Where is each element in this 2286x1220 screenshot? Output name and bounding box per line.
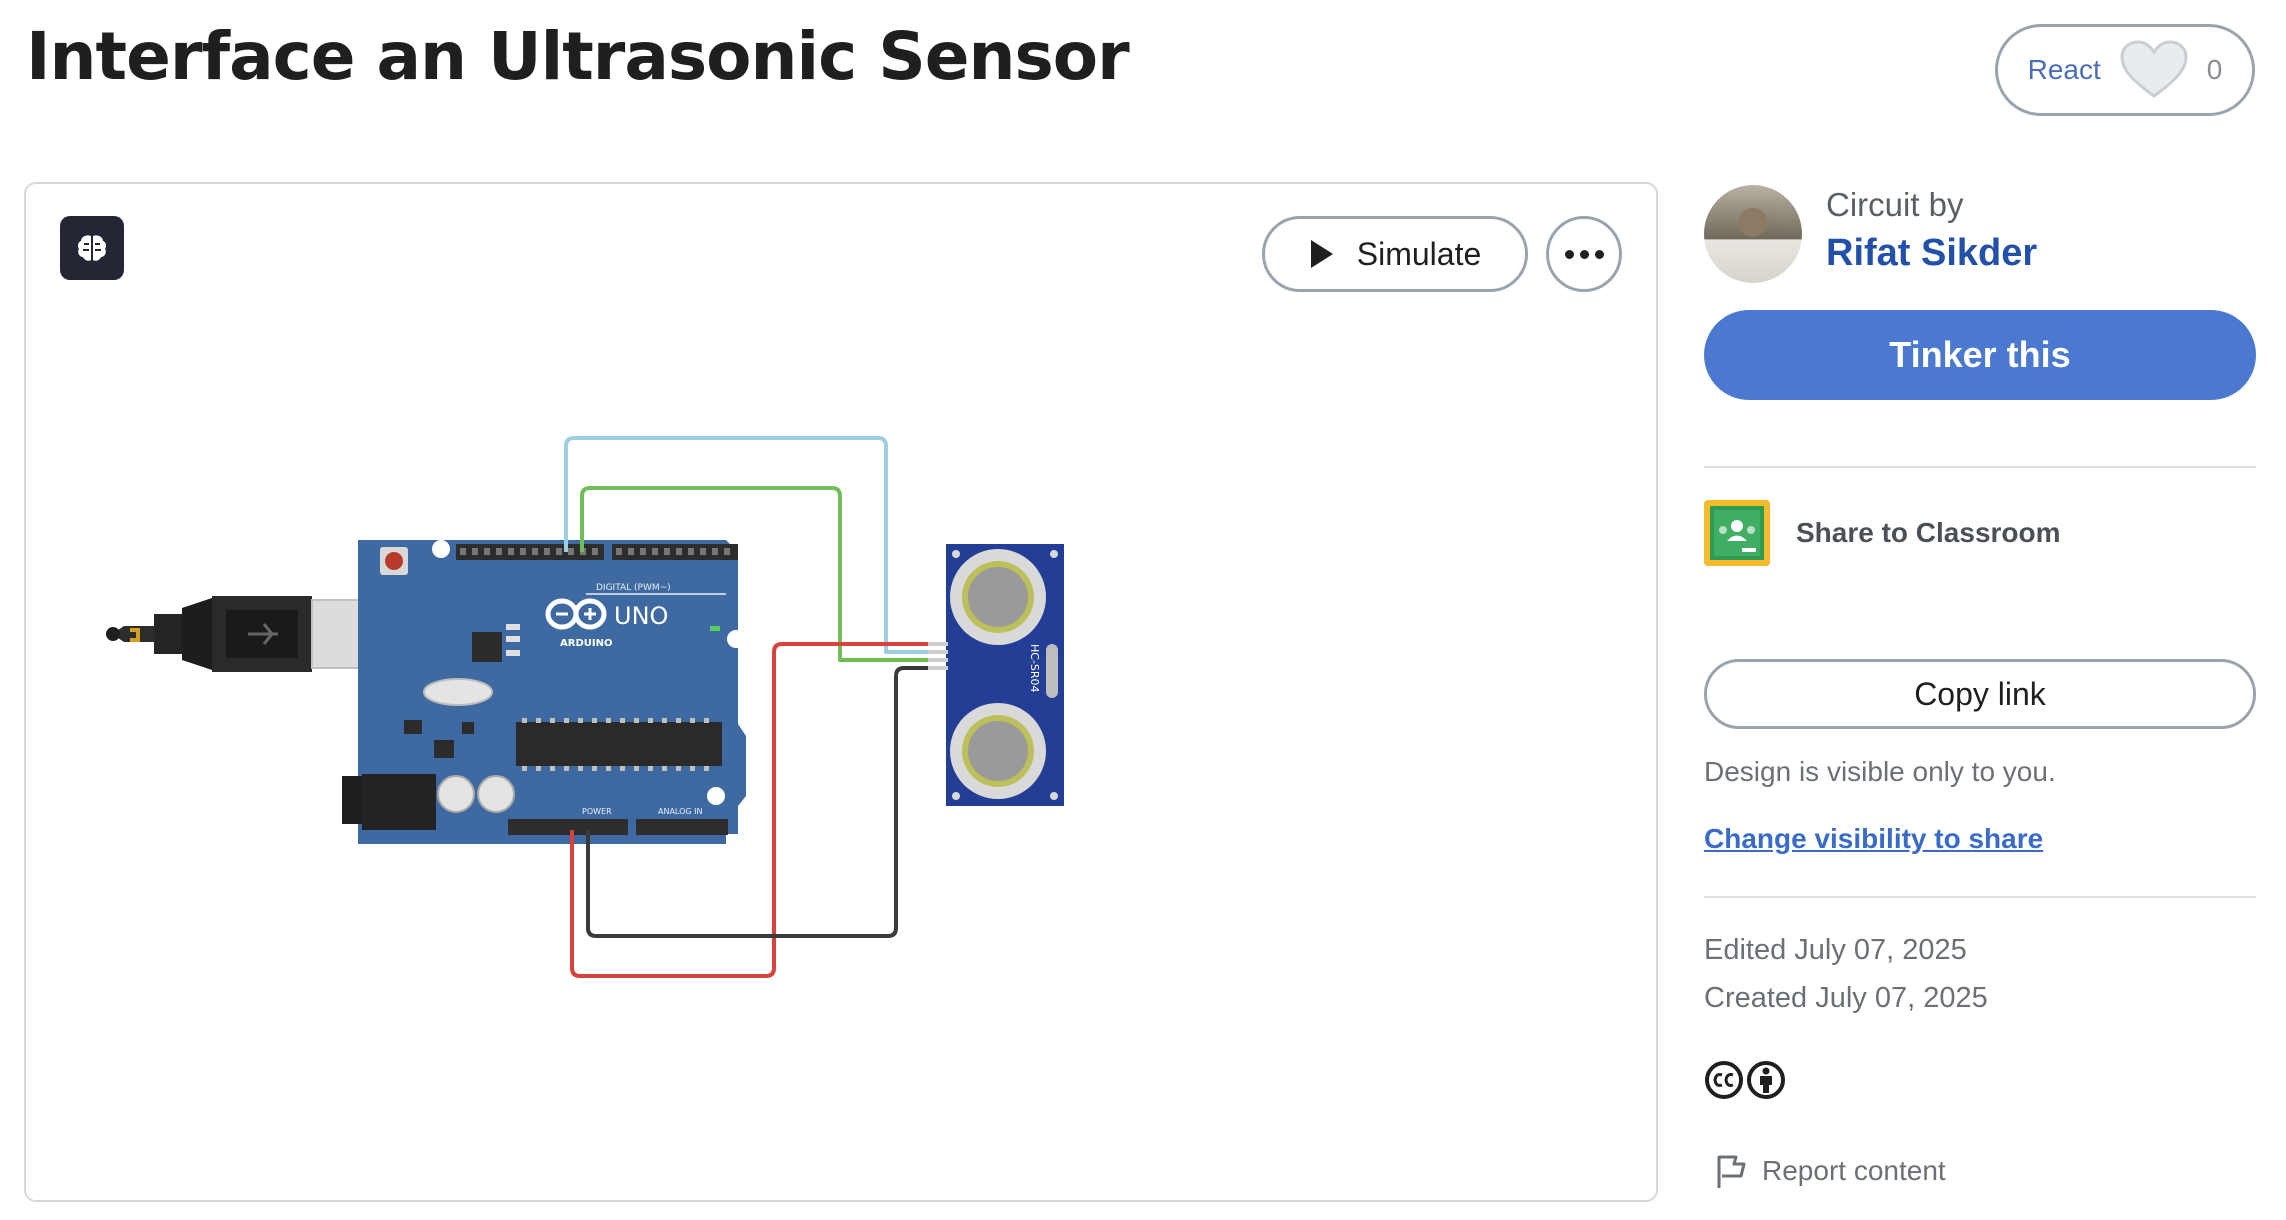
visibility-note: Design is visible only to you. bbox=[1704, 756, 2056, 787]
report-content-label: Report content bbox=[1762, 1155, 1946, 1186]
page-title: Interface an Ultrasonic Sensor bbox=[26, 18, 1130, 95]
ultrasonic-sensor: HC-SR04 bbox=[928, 544, 1064, 806]
created-date: Created July 07, 2025 bbox=[1704, 982, 1988, 1014]
license-icons[interactable] bbox=[1704, 1060, 1786, 1100]
divider bbox=[1704, 466, 2256, 468]
creative-commons-icon bbox=[1705, 1061, 1743, 1099]
tinker-this-button[interactable]: Tinker this bbox=[1704, 310, 2256, 400]
flag-icon bbox=[1717, 1155, 1746, 1188]
share-to-classroom-label: Share to Classroom bbox=[1796, 517, 2061, 548]
change-visibility-link[interactable]: Change visibility to share bbox=[1704, 823, 2043, 855]
attribution-icon bbox=[1747, 1061, 1785, 1099]
board-brand: ARDUINO bbox=[560, 638, 612, 649]
google-classroom-icon bbox=[1704, 500, 1770, 566]
sensor-model: HC-SR04 bbox=[1028, 644, 1041, 693]
digital-label: DIGITAL (PWM~) bbox=[596, 583, 671, 593]
power-label: POWER bbox=[582, 807, 612, 816]
author-link[interactable]: Rifat Sikder bbox=[1826, 232, 2037, 275]
circuit-canvas[interactable]: Simulate DIGITAL (PWM~) UNO ARDUINO POWE… bbox=[24, 182, 1658, 1202]
divider bbox=[1704, 896, 2256, 898]
sidebar: Circuit by Rifat Sikder Tinker this Shar… bbox=[1704, 0, 2256, 1220]
circuit-by-label: Circuit by bbox=[1826, 186, 1964, 223]
board-model: UNO bbox=[614, 602, 668, 630]
edited-date: Edited July 07, 2025 bbox=[1704, 934, 1967, 966]
report-content-button[interactable]: Report content bbox=[1714, 1152, 1946, 1190]
copy-link-button[interactable]: Copy link bbox=[1704, 659, 2256, 729]
circuit-diagram: DIGITAL (PWM~) UNO ARDUINO POWER ANALOG … bbox=[106, 436, 1064, 978]
analog-label: ANALOG IN bbox=[658, 807, 703, 816]
avatar[interactable] bbox=[1704, 185, 1802, 283]
arduino-board: DIGITAL (PWM~) UNO ARDUINO POWER ANALOG … bbox=[342, 540, 746, 844]
share-to-classroom-button[interactable]: Share to Classroom bbox=[1704, 498, 2061, 568]
